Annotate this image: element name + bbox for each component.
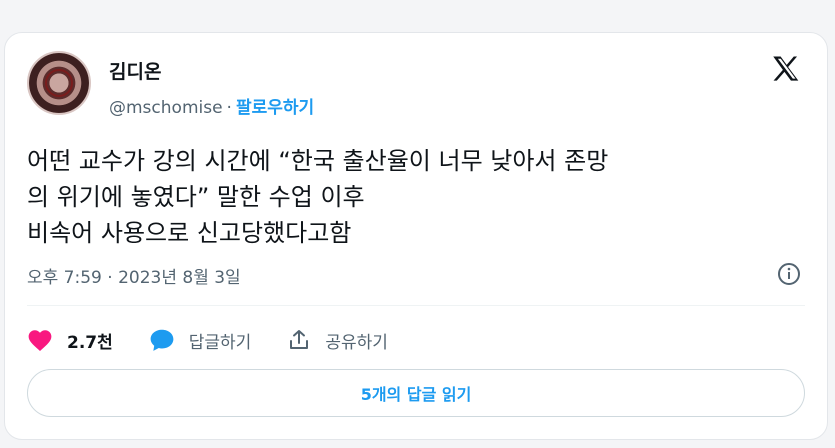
user-handle[interactable]: @mschomise	[109, 98, 223, 118]
reply-button[interactable]: 답글하기	[149, 328, 252, 353]
share-button[interactable]: 공유하기	[287, 328, 388, 353]
share-icon	[290, 330, 309, 349]
timestamp[interactable]: 오후 7:59 · 2023년 8월 3일	[27, 263, 241, 288]
speech-bubble-icon	[150, 329, 174, 351]
tweet-line: 어떤 교수가 강의 시간에 “한국 출산율이 너무 낮아서 존망	[27, 147, 609, 175]
share-label: 공유하기	[325, 332, 388, 353]
divider	[27, 305, 805, 306]
follow-link[interactable]: 팔로우하기	[236, 98, 314, 118]
reply-label: 답글하기	[188, 332, 252, 353]
display-name[interactable]: 김디온	[109, 57, 161, 84]
x-logo-icon[interactable]	[769, 53, 803, 87]
tweet-card: 김디온 @mschomise · 팔로우하기 어떤 교수가 강의 시간에 “한국 출…	[4, 32, 828, 440]
avatar[interactable]	[27, 51, 91, 115]
tweet-line: 의 위기에 놓였다” 말한 수업 이후	[27, 183, 365, 211]
tweet-text: 어떤 교수가 강의 시간에 “한국 출산율이 너무 낮아서 존망 의 위기에 놓…	[27, 143, 817, 251]
handle-row: @mschomise · 팔로우하기	[109, 93, 314, 118]
like-count: 2.7천	[67, 332, 113, 353]
like-button[interactable]: 2.7천	[27, 328, 113, 353]
heart-icon	[28, 330, 52, 352]
read-replies-button[interactable]: 5개의 답글 읽기	[27, 369, 805, 417]
info-icon[interactable]	[777, 262, 801, 286]
separator-dot: ·	[226, 98, 232, 118]
action-bar: 2.7천 답글하기 공유하기	[27, 325, 424, 355]
avatar-emblem	[45, 69, 73, 97]
tweet-line: 비속어 사용으로 신고당했다고함	[27, 219, 352, 247]
